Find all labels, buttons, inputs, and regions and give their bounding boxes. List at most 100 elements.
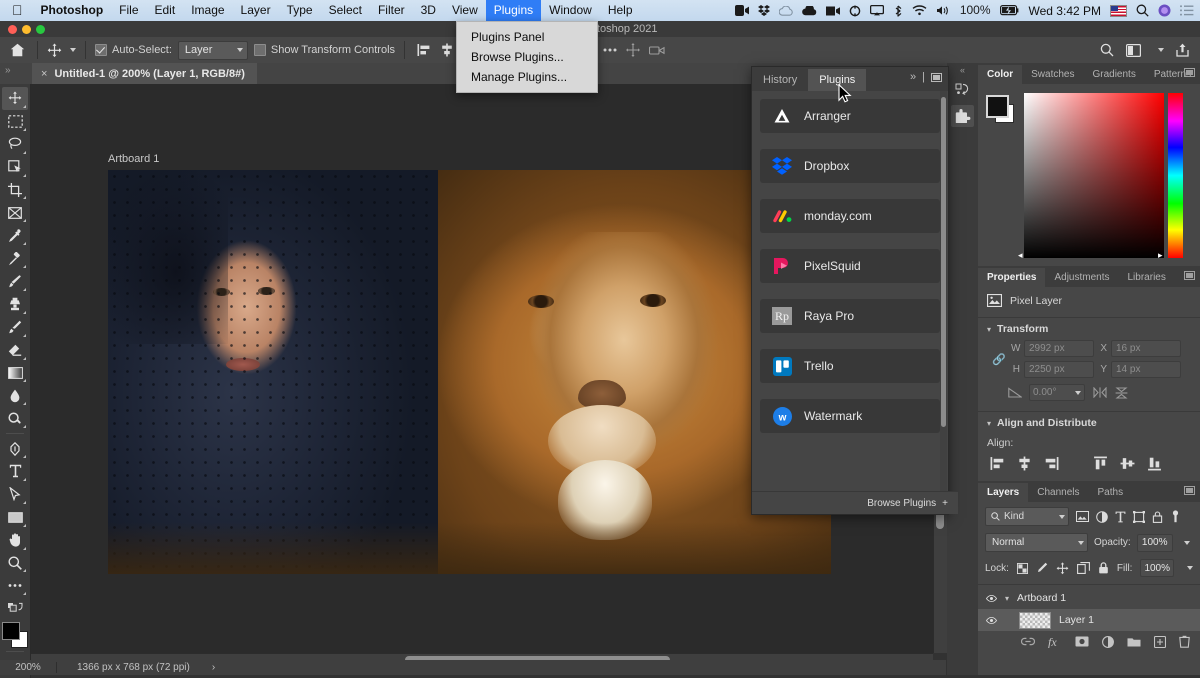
align-right-edges-icon[interactable] xyxy=(1044,456,1059,471)
layer-thumbnail[interactable] xyxy=(1019,611,1051,629)
history-brush-tool[interactable] xyxy=(2,316,28,339)
menu-help[interactable]: Help xyxy=(600,0,641,21)
plugin-item-pixelsquid[interactable]: PixelSquid xyxy=(760,249,940,283)
panel-menu-icon[interactable] xyxy=(931,72,942,82)
color-panel-swatches[interactable] xyxy=(986,95,1014,123)
type-tool[interactable] xyxy=(2,460,28,483)
link-icon[interactable]: 🔗 xyxy=(992,353,1006,366)
lock-transparent-pixels-icon[interactable] xyxy=(1016,562,1028,574)
align-horizontal-centers-icon[interactable] xyxy=(440,43,454,57)
lock-all-icon[interactable] xyxy=(1098,562,1109,574)
tab-paths[interactable]: Paths xyxy=(1089,483,1133,502)
move-3d-icon[interactable] xyxy=(626,43,641,57)
dodge-tool[interactable] xyxy=(2,407,28,430)
volume-icon[interactable] xyxy=(936,5,951,16)
dock-collapse-icon[interactable]: « xyxy=(947,63,978,75)
align-horizontal-centers-icon[interactable] xyxy=(1017,456,1032,471)
adjustment-filter-icon[interactable] xyxy=(1096,510,1108,523)
lasso-tool[interactable] xyxy=(2,133,28,156)
plugin-item-monday[interactable]: monday.com xyxy=(760,199,940,233)
zoom-window-button[interactable] xyxy=(36,25,45,34)
panel-menu-icon[interactable] xyxy=(1184,68,1195,77)
tab-layers[interactable]: Layers xyxy=(978,483,1029,502)
new-layer-icon[interactable] xyxy=(1154,635,1166,648)
search-icon[interactable] xyxy=(1100,43,1114,57)
spot-healing-brush-tool[interactable] xyxy=(2,247,28,270)
align-bottom-edges-icon[interactable] xyxy=(1147,456,1162,471)
default-colors-icon[interactable] xyxy=(2,597,28,620)
fill-value[interactable]: 100% xyxy=(1140,559,1174,577)
menu-file[interactable]: File xyxy=(111,0,146,21)
object-selection-tool[interactable] xyxy=(2,156,28,179)
foreground-background-color[interactable] xyxy=(2,622,28,648)
move-tool[interactable] xyxy=(2,87,28,110)
menu-window[interactable]: Window xyxy=(541,0,600,21)
plugins-panel-scroll-thumb[interactable] xyxy=(941,97,946,427)
menubar-clock[interactable]: Wed 3:42 PM xyxy=(1029,4,1101,18)
status-expand-icon[interactable]: › xyxy=(190,662,215,673)
menu-3d[interactable]: 3D xyxy=(413,0,444,21)
smart-object-filter-icon[interactable] xyxy=(1152,510,1163,523)
foreground-color-swatch[interactable] xyxy=(2,622,20,641)
plugin-item-trello[interactable]: Trello xyxy=(760,349,940,383)
creative-cloud-icon[interactable] xyxy=(778,5,793,16)
link-layers-icon[interactable] xyxy=(1021,637,1035,646)
transform-section-header[interactable]: ▾ Transform xyxy=(978,320,1200,339)
home-icon[interactable] xyxy=(0,43,34,57)
delete-layer-icon[interactable] xyxy=(1179,635,1190,648)
wifi-icon[interactable] xyxy=(912,5,927,16)
dropbox-icon[interactable] xyxy=(757,4,770,17)
menu-view[interactable]: View xyxy=(444,0,486,21)
lock-artboard-nesting-icon[interactable] xyxy=(1076,562,1090,574)
eraser-tool[interactable] xyxy=(2,339,28,362)
hue-slider[interactable] xyxy=(1168,93,1183,258)
collapse-icon[interactable]: » xyxy=(910,71,916,83)
menu-item-manage-plugins[interactable]: Manage Plugins... xyxy=(457,67,597,87)
close-icon[interactable]: × xyxy=(41,68,47,80)
minimize-window-button[interactable] xyxy=(22,25,31,34)
rectangle-tool[interactable] xyxy=(2,506,28,529)
tab-libraries[interactable]: Libraries xyxy=(1119,268,1175,287)
frame-tool[interactable] xyxy=(2,201,28,224)
align-left-edges-icon[interactable] xyxy=(990,456,1005,471)
path-selection-tool[interactable] xyxy=(2,483,28,506)
foreground-color-swatch[interactable] xyxy=(986,95,1009,118)
tab-channels[interactable]: Channels xyxy=(1028,483,1088,502)
align-distribute-section-header[interactable]: ▾ Align and Distribute xyxy=(978,414,1200,433)
crop-tool[interactable] xyxy=(2,179,28,202)
y-field[interactable]: 14 px xyxy=(1111,361,1181,378)
align-vertical-centers-icon[interactable] xyxy=(1120,456,1135,471)
layer-row-layer1[interactable]: Layer 1 xyxy=(978,609,1200,631)
layer-style-icon[interactable]: fx xyxy=(1048,636,1062,648)
plugins-dock-icon[interactable] xyxy=(951,105,974,127)
chevron-down-icon[interactable] xyxy=(70,48,76,52)
camera-3d-icon[interactable] xyxy=(649,45,665,56)
hand-tool[interactable] xyxy=(2,529,28,552)
sync-icon[interactable] xyxy=(849,5,861,17)
chevron-down-icon[interactable] xyxy=(1187,566,1193,570)
checkbox-show-transform[interactable] xyxy=(253,44,266,56)
chevron-down-icon[interactable] xyxy=(1183,540,1190,545)
tab-swatches[interactable]: Swatches xyxy=(1022,65,1083,84)
spotlight-search-icon[interactable] xyxy=(1136,4,1149,17)
chevron-down-icon[interactable]: ▾ xyxy=(1005,594,1009,603)
panel-menu-icon[interactable] xyxy=(1184,271,1195,280)
auto-select-checkbox[interactable]: Auto-Select: xyxy=(89,44,178,56)
zoom-meeting-icon[interactable] xyxy=(734,5,749,16)
chevron-down-icon[interactable]: ▾ xyxy=(987,325,991,334)
height-field[interactable]: 2250 px xyxy=(1024,361,1094,378)
menu-select[interactable]: Select xyxy=(321,0,370,21)
menu-filter[interactable]: Filter xyxy=(370,0,413,21)
onedrive-cloud-icon[interactable] xyxy=(802,5,817,16)
angle-field[interactable]: 0.00° xyxy=(1029,384,1085,401)
align-top-edges-icon[interactable] xyxy=(1093,456,1108,471)
share-icon[interactable] xyxy=(1176,43,1189,57)
lock-position-icon[interactable] xyxy=(1056,561,1069,575)
blur-tool[interactable] xyxy=(2,384,28,407)
move-tool-icon[interactable] xyxy=(41,43,82,58)
tab-history[interactable]: History xyxy=(752,69,808,91)
checkbox-auto-select[interactable] xyxy=(95,44,107,56)
control-center-icon[interactable] xyxy=(1180,5,1194,16)
zoom-tool[interactable] xyxy=(2,552,28,575)
show-transform-controls-checkbox[interactable]: Show Transform Controls xyxy=(248,44,401,56)
